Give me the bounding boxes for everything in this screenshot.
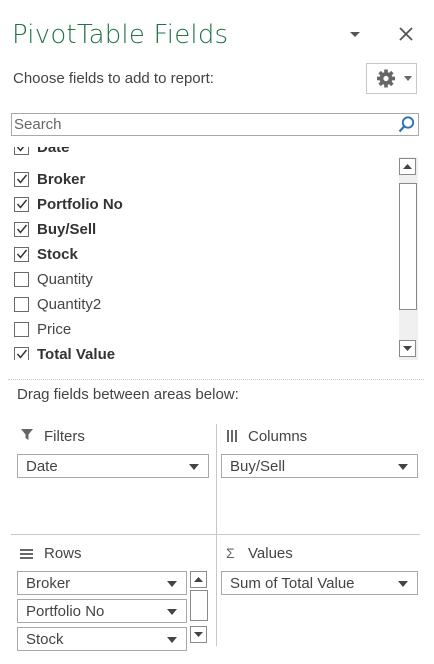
checkbox[interactable] xyxy=(14,222,29,237)
scroll-up-button[interactable] xyxy=(399,158,416,175)
columns-field-buy-sell[interactable]: Buy/Sell xyxy=(221,454,418,478)
rows-field-portfolio-no[interactable]: Portfolio No xyxy=(17,599,187,623)
chevron-down-icon[interactable] xyxy=(189,464,199,470)
field-label: Quantity2 xyxy=(37,296,102,313)
field-label: Date xyxy=(37,147,70,156)
field-item-stock[interactable]: Stock xyxy=(11,243,391,267)
drag-fields-label: Drag fields between areas below: xyxy=(17,386,239,403)
field-chip-label: Date xyxy=(26,458,58,475)
rows-icon xyxy=(20,547,34,565)
field-item-quantity[interactable]: Quantity xyxy=(11,268,391,292)
area-divider-vertical xyxy=(216,424,217,646)
field-label: Stock xyxy=(37,246,78,263)
field-item-quantity2[interactable]: Quantity2 xyxy=(11,293,391,317)
field-item-buy-sell[interactable]: Buy/Sell xyxy=(11,218,391,242)
checkbox[interactable] xyxy=(14,347,29,360)
search-icon[interactable] xyxy=(397,115,416,134)
pane-title: PivotTable Fields xyxy=(12,20,229,50)
checkbox[interactable] xyxy=(14,147,29,155)
field-item-date[interactable]: Date xyxy=(11,147,391,160)
chevron-up-icon xyxy=(403,164,412,169)
gear-icon xyxy=(377,69,412,88)
field-item-broker[interactable]: Broker xyxy=(11,168,391,192)
checkbox[interactable] xyxy=(14,172,29,187)
field-label: Portfolio No xyxy=(37,196,123,213)
columns-icon xyxy=(227,429,239,447)
scroll-thumb[interactable] xyxy=(399,183,417,310)
scroll-down-button[interactable] xyxy=(399,340,416,357)
rows-field-stock[interactable]: Stock xyxy=(17,627,187,651)
field-label: Buy/Sell xyxy=(37,221,97,238)
rows-scrollbar[interactable] xyxy=(190,571,209,644)
field-chip-label: Buy/Sell xyxy=(230,458,286,475)
values-area-title: Values xyxy=(248,545,293,562)
chevron-down-icon[interactable] xyxy=(167,581,177,587)
close-icon[interactable] xyxy=(396,24,416,44)
field-chip-label: Broker xyxy=(26,575,71,592)
search-input[interactable] xyxy=(13,115,394,134)
chevron-up-icon xyxy=(194,577,203,582)
checkbox[interactable] xyxy=(14,197,29,212)
field-item-total-value[interactable]: Total Value xyxy=(11,343,391,360)
chevron-down-icon xyxy=(194,632,203,637)
settings-button[interactable] xyxy=(366,63,417,94)
field-label: Price xyxy=(37,321,72,338)
area-divider-horizontal xyxy=(11,534,420,535)
filters-field-date[interactable]: Date xyxy=(17,454,209,478)
scroll-up-button[interactable] xyxy=(190,571,207,588)
chevron-down-icon xyxy=(403,346,412,351)
field-chip-label: Stock xyxy=(26,631,64,648)
chevron-down-icon[interactable] xyxy=(347,26,363,42)
checkbox[interactable] xyxy=(14,322,29,337)
values-field-sum-total-value[interactable]: Sum of Total Value xyxy=(221,571,418,595)
field-item-price[interactable]: Price xyxy=(11,318,391,342)
field-label: Broker xyxy=(37,171,86,188)
splitter[interactable] xyxy=(8,379,424,380)
field-chip-label: Portfolio No xyxy=(26,603,105,620)
filters-area-title: Filters xyxy=(44,428,85,445)
chevron-down-icon[interactable] xyxy=(398,581,408,587)
columns-area-title: Columns xyxy=(248,428,308,445)
search-box xyxy=(11,113,419,136)
chevron-down-icon[interactable] xyxy=(167,637,177,643)
field-item-portfolio-no[interactable]: Portfolio No xyxy=(11,193,391,217)
field-list-scrollbar[interactable] xyxy=(399,157,418,360)
checkbox[interactable] xyxy=(14,297,29,312)
rows-area-title: Rows xyxy=(44,545,82,562)
choose-fields-label: Choose fields to add to report: xyxy=(13,70,214,87)
checkbox[interactable] xyxy=(14,272,29,287)
scroll-thumb[interactable] xyxy=(190,590,208,621)
filter-icon xyxy=(20,428,34,447)
field-list: Date Broker Portfolio No Buy/Sell Stock … xyxy=(11,147,399,360)
field-label: Total Value xyxy=(37,346,116,360)
scroll-down-button[interactable] xyxy=(190,626,207,643)
field-label: Quantity xyxy=(37,271,93,288)
chevron-down-icon[interactable] xyxy=(398,464,408,470)
chevron-down-icon[interactable] xyxy=(167,609,177,615)
checkbox[interactable] xyxy=(14,247,29,262)
sigma-icon: Σ xyxy=(226,545,235,561)
field-chip-label: Sum of Total Value xyxy=(230,575,355,592)
rows-field-broker[interactable]: Broker xyxy=(17,571,187,595)
